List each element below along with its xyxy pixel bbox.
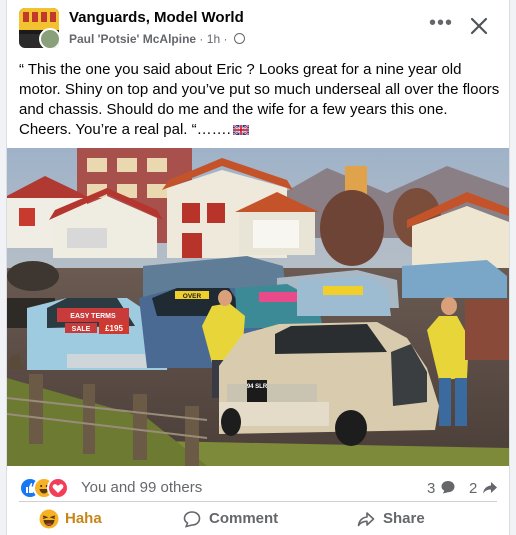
author-name-link[interactable]: Paul 'Potsie' McAlpine bbox=[69, 32, 196, 46]
haha-label: Haha bbox=[65, 510, 102, 527]
post-timestamp[interactable]: 1h bbox=[207, 32, 220, 46]
comment-icon bbox=[183, 511, 201, 528]
author-avatar[interactable] bbox=[39, 28, 59, 48]
sign-over: OVER bbox=[183, 293, 202, 300]
post-photo[interactable]: EASY TERMS SALE £195 OVER 94 SLR bbox=[7, 148, 509, 466]
comment-bubble-icon bbox=[441, 481, 455, 494]
reaction-divider bbox=[19, 501, 497, 502]
byline-separator-2: · bbox=[223, 32, 228, 46]
post-body: “ This the one you said about Eric ? Loo… bbox=[19, 61, 500, 138]
close-icon bbox=[470, 17, 488, 35]
share-button[interactable]: Share bbox=[357, 504, 425, 534]
comment-label: Comment bbox=[209, 510, 279, 527]
uk-flag-icon bbox=[232, 125, 249, 135]
number-plate: 94 SLR bbox=[247, 384, 268, 390]
diorama-photo: EASY TERMS SALE £195 OVER 94 SLR bbox=[7, 148, 509, 466]
comments-count[interactable]: 3 bbox=[427, 479, 456, 497]
reaction-summary[interactable]: You and 99 others bbox=[81, 479, 202, 496]
price-sign: £195 bbox=[105, 324, 123, 333]
byline-separator: · bbox=[199, 32, 204, 46]
comments-count-value: 3 bbox=[427, 480, 436, 497]
page-avatar[interactable] bbox=[19, 8, 59, 48]
shares-count-value: 2 bbox=[469, 480, 478, 497]
sign-easy-terms: EASY TERMS bbox=[70, 313, 116, 320]
share-label: Share bbox=[383, 510, 425, 527]
comment-button[interactable]: Comment bbox=[183, 504, 279, 534]
more-options-button[interactable]: ••• bbox=[427, 12, 455, 40]
globe-icon bbox=[233, 33, 245, 44]
haha-emoji-icon bbox=[39, 509, 59, 529]
haha-button[interactable]: Haha bbox=[39, 504, 102, 534]
shares-count[interactable]: 2 bbox=[469, 479, 498, 497]
share-icon bbox=[357, 512, 375, 527]
page-name-link[interactable]: Vanguards, Model World bbox=[69, 9, 244, 26]
share-arrow-icon bbox=[482, 482, 497, 494]
love-reaction-icon bbox=[47, 477, 69, 499]
post-card: Vanguards, Model World Paul 'Potsie' McA… bbox=[6, 0, 510, 535]
post-byline: Paul 'Potsie' McAlpine · 1h · bbox=[69, 32, 245, 46]
sign-sale: SALE bbox=[72, 326, 91, 333]
post-text: “ This the one you said about Eric ? Loo… bbox=[19, 60, 503, 140]
close-button[interactable] bbox=[465, 12, 493, 40]
